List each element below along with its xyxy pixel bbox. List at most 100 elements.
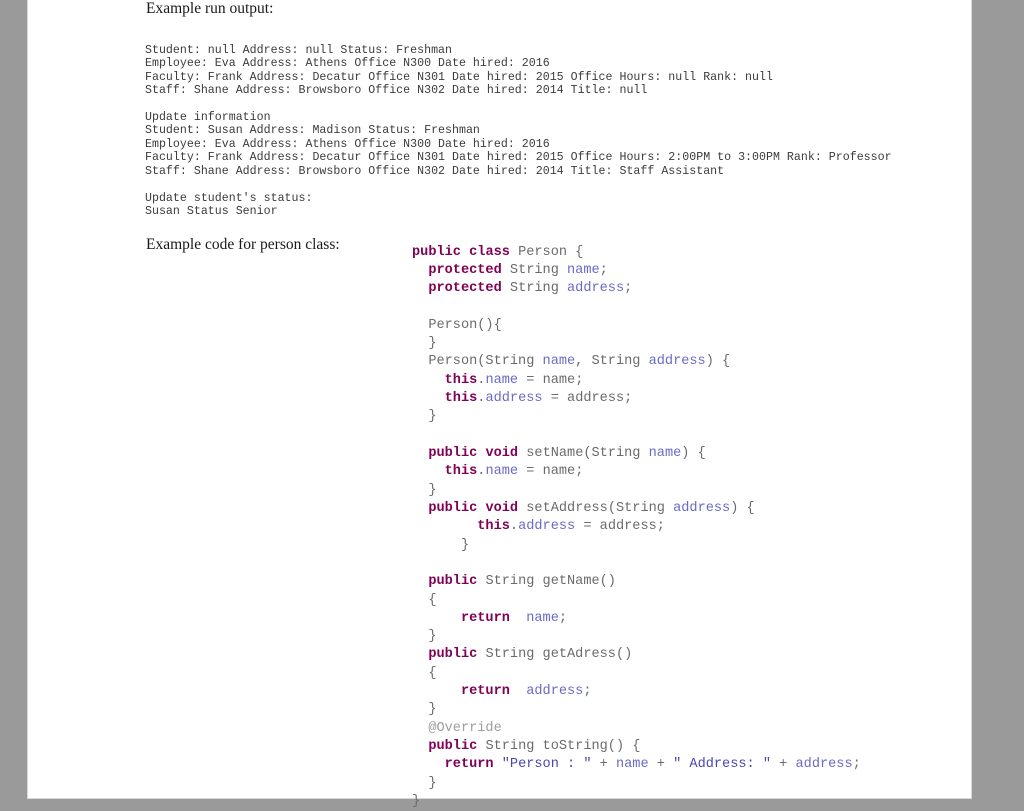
code-token-fld: address [485,391,543,407]
code-line: } [412,408,861,426]
code-token-kw: public [428,739,478,755]
code-line: } [412,335,861,353]
page-right-edge [971,0,972,798]
code-line: public String toString() { [412,738,861,756]
code-token-pln: } [412,775,437,791]
code-token-fld: address [795,757,853,773]
run-output-heading: Example run output: [146,0,274,17]
code-line: Person(String name, String address) { [412,353,861,371]
code-token-fld: name [648,446,682,462]
code-token-pln: { [412,665,437,681]
code-token-pln: } [412,793,421,809]
run-output-line: Staff: Shane Address: Browsboro Office N… [145,164,725,178]
code-token-pln [412,519,477,534]
code-token-pln: ; [624,281,633,297]
code-token-pln [461,245,469,260]
code-token-pln [412,574,428,589]
code-token-pln: ; [599,262,608,278]
run-output-line: Update information [145,110,271,124]
code-line: } [412,537,861,555]
code-token-fld: address [526,684,584,700]
code-line: return address; [412,683,861,701]
code-token-fld: address [567,281,625,297]
code-token-fld: address [518,519,576,535]
person-class-code-listing: public class Person { protected String n… [412,244,861,811]
code-token-pln [510,684,526,699]
code-section-heading: Example code for person class: [146,236,340,253]
code-token-pln: Person(String [412,354,543,370]
code-token-pln: } [412,537,470,553]
code-token-pln: setAddress(String [518,500,674,516]
run-output-line: Update student's status: [145,191,313,205]
code-token-fld: address [673,500,731,516]
code-token-pln: + [591,757,616,773]
code-token-pln: = address; [542,391,633,407]
code-line: } [412,482,861,500]
code-token-str: "Person : " [501,757,592,773]
code-line: } [412,793,861,811]
code-line: Person(){ [412,317,861,335]
code-token-fld: address [648,354,706,370]
code-line: this.address = address; [412,390,861,408]
code-token-pln: setName(String [518,446,649,462]
run-output-line: Susan Status Senior [145,205,278,218]
code-token-pln: + [648,757,674,773]
code-line: public String getAdress() [412,646,861,664]
code-token-kw: this [444,391,478,407]
code-line: return "Person : " + name + " Address: "… [412,756,861,774]
code-token-pln [412,373,445,388]
code-line: } [412,628,861,646]
code-token-pln [412,446,428,461]
run-output-line: Staff: Shane Address: Browsboro Office N… [145,83,648,97]
code-token-kw: public [428,500,478,516]
document-viewport: Example run output: Student: null Addres… [0,0,1024,809]
code-token-pln: + [771,757,796,773]
code-token-pln: = address; [575,519,665,535]
code-token-pln: String toString() { [477,739,641,755]
code-token-kw: public [428,647,478,663]
code-token-kw: this [477,519,510,535]
code-token-pln: , String [575,354,649,370]
code-token-pln: String getName() [477,574,616,590]
code-token-fld: name [567,262,600,278]
code-token-pln: . [509,519,519,535]
code-token-ann: @Override [428,720,502,736]
run-output-line: Student: Susan Address: Madison Status: … [145,124,480,138]
run-output-blank-line [145,97,892,110]
run-output-line: Faculty: Frank Address: Decatur Office N… [145,70,773,84]
code-token-kw: return [444,757,494,773]
code-token-kw: return [460,610,510,626]
code-token-kw: public [428,446,478,462]
code-token-kw: this [444,372,478,388]
code-line: this.name = name; [412,463,861,481]
code-token-pln [412,281,428,296]
code-token-pln [412,391,445,406]
code-line: } [412,701,861,719]
code-line: this.address = address; [412,518,861,536]
code-token-pln [412,757,445,772]
code-token-pln: ; [852,757,861,773]
code-token-kw: void [485,446,519,462]
code-token-pln: String [501,281,568,297]
code-line: protected String address; [412,280,861,298]
code-token-str: " Address: " [673,757,772,773]
code-line: public class Person { [412,244,861,262]
code-line: { [412,665,861,683]
code-line: return name; [412,610,861,628]
code-token-pln [412,263,428,278]
run-output-blank-line [145,178,892,191]
code-token-pln: = name; [518,464,584,480]
code-token-pln: ) { [681,446,706,462]
code-token-kw: this [444,464,478,480]
code-token-fld: name [526,610,559,626]
code-token-pln: ) { [730,500,755,516]
code-token-pln [494,757,502,772]
run-output-line: Faculty: Frank Address: Decatur Office N… [145,151,892,165]
code-token-pln: } [412,629,437,645]
code-token-pln: { [412,592,437,608]
code-line: public void setName(String name) { [412,445,861,463]
code-line: { [412,592,861,610]
code-token-pln [412,464,445,479]
